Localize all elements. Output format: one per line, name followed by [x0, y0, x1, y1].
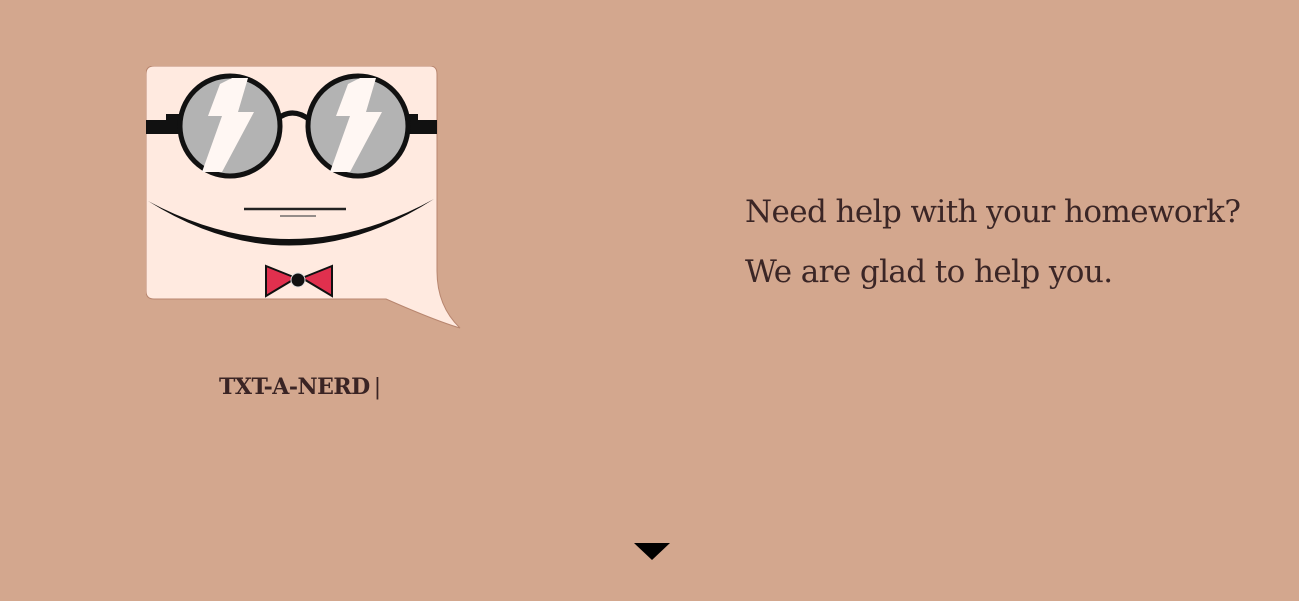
- hero-text: Need help with your homework? We are gla…: [745, 182, 1265, 302]
- hero-line-2: We are glad to help you.: [745, 254, 1113, 290]
- caret-down-icon: [634, 543, 670, 560]
- brand-name: TXT-A-NERD: [219, 374, 370, 400]
- nerd-logo: [146, 66, 466, 336]
- typing-cursor: |: [373, 375, 381, 400]
- scroll-down-button[interactable]: [634, 543, 670, 561]
- brand-title: TXT-A-NERD |: [219, 374, 381, 400]
- hero-line-1: Need help with your homework?: [745, 194, 1241, 230]
